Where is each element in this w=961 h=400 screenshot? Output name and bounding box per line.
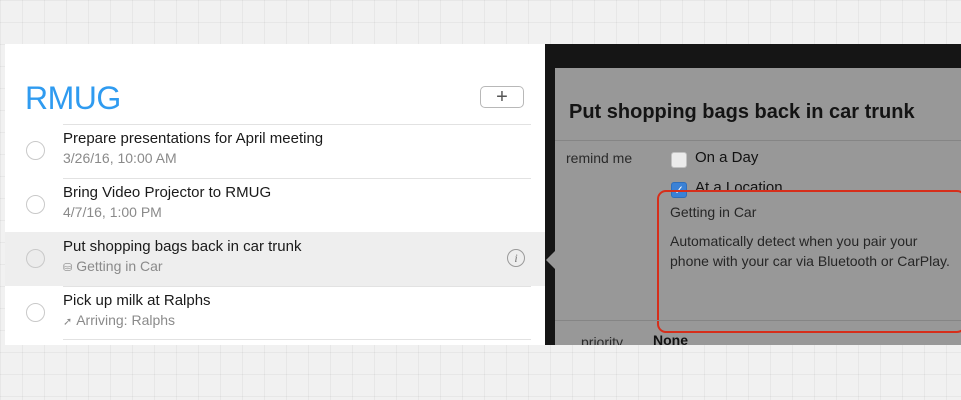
priority-value[interactable]: None <box>653 332 688 345</box>
reminder-row-3[interactable]: Put shopping bags back in car trunk ⛁ Get… <box>5 232 545 286</box>
complete-checkbox[interactable] <box>26 303 45 322</box>
car-icon: ⛁ <box>63 262 73 274</box>
reminder-title[interactable]: Pick up milk at Ralphs <box>63 292 211 309</box>
complete-checkbox[interactable] <box>26 249 45 268</box>
reminder-row-2[interactable]: Bring Video Projector to RMUG 4/7/16, 1:… <box>5 178 545 232</box>
reminder-subtitle: ➚ Arriving: Ralphs <box>63 312 176 328</box>
reminder-detail-popover: Put shopping bags back in car trunk remi… <box>546 68 961 345</box>
remind-me-label: remind me <box>566 150 633 166</box>
complete-checkbox[interactable] <box>26 141 45 160</box>
divider <box>555 320 961 321</box>
list-title: RMUG <box>25 80 121 116</box>
reminder-title[interactable]: Prepare presentations for April meeting <box>63 130 323 147</box>
divider <box>555 140 961 141</box>
detail-pane: Put shopping bags back in car trunk remi… <box>545 44 961 345</box>
highlight-annotation <box>657 190 961 333</box>
reminder-title[interactable]: Put shopping bags back in car trunk <box>63 238 301 255</box>
reminder-subtitle: 4/7/16, 1:00 PM <box>63 204 162 220</box>
info-icon[interactable]: i <box>507 249 525 267</box>
reminder-subtitle: 3/26/16, 10:00 AM <box>63 150 177 166</box>
reminder-title[interactable]: Bring Video Projector to RMUG <box>63 184 271 201</box>
row-divider <box>63 286 531 287</box>
reminder-row-4[interactable]: Pick up milk at Ralphs ➚ Arriving: Ralphs <box>5 286 545 340</box>
detail-title[interactable]: Put shopping bags back in car trunk <box>569 101 915 124</box>
priority-label: priority <box>581 334 624 345</box>
reminder-subtitle: ⛁ Getting in Car <box>63 258 163 274</box>
reminders-window: RMUG + Prepare presentations for April m… <box>5 44 961 345</box>
row-divider <box>63 339 531 340</box>
on-a-day-label[interactable]: On a Day <box>695 149 758 166</box>
popover-pointer <box>546 251 555 269</box>
complete-checkbox[interactable] <box>26 195 45 214</box>
reminders-list-pane: RMUG + Prepare presentations for April m… <box>5 44 545 345</box>
row-divider <box>63 124 531 125</box>
row-divider <box>63 178 531 179</box>
on-a-day-checkbox[interactable] <box>671 152 687 168</box>
add-reminder-button[interactable]: + <box>480 86 524 108</box>
location-arrow-icon: ➚ <box>63 316 73 328</box>
reminder-row-1[interactable]: Prepare presentations for April meeting … <box>5 124 545 178</box>
